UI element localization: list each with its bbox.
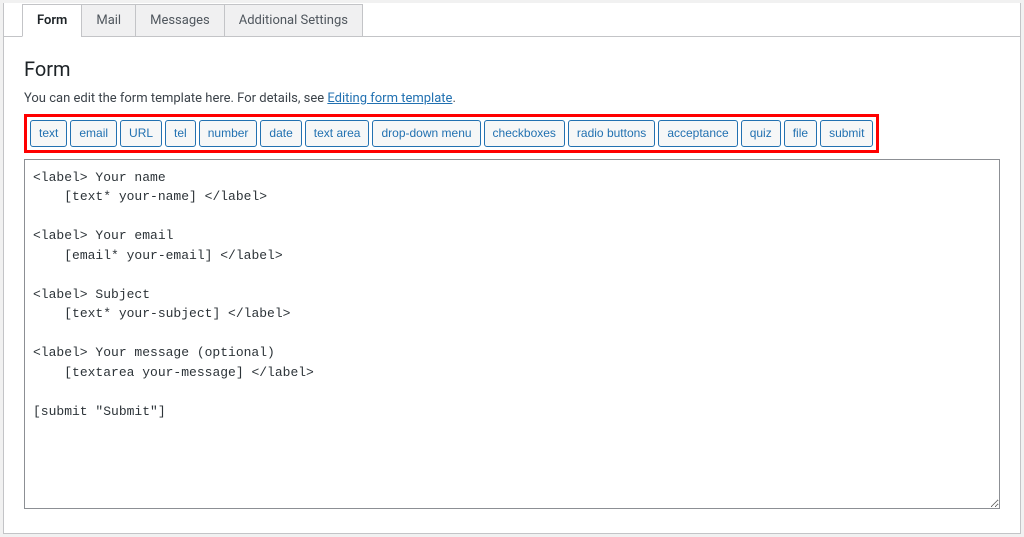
- tag-quiz-button[interactable]: quiz: [741, 120, 781, 147]
- tab-content: Form You can edit the form template here…: [4, 37, 1020, 533]
- tag-checkboxes-button[interactable]: checkboxes: [484, 120, 565, 147]
- tab-messages[interactable]: Messages: [135, 4, 225, 37]
- tag-buttons-row: text email URL tel number date text area…: [30, 120, 873, 147]
- section-description: You can edit the form template here. For…: [24, 91, 1000, 106]
- tag-dropdown-button[interactable]: drop-down menu: [372, 120, 480, 147]
- tag-number-button[interactable]: number: [199, 120, 258, 147]
- tag-submit-button[interactable]: submit: [820, 120, 873, 147]
- tag-url-button[interactable]: URL: [120, 120, 162, 147]
- description-suffix: .: [452, 91, 455, 106]
- tag-acceptance-button[interactable]: acceptance: [658, 120, 737, 147]
- tab-bar: Form Mail Messages Additional Settings: [4, 3, 1020, 37]
- section-title: Form: [24, 57, 1000, 81]
- tab-form[interactable]: Form: [22, 4, 82, 37]
- form-template-textarea[interactable]: [24, 159, 1000, 509]
- tag-radio-button[interactable]: radio buttons: [568, 120, 655, 147]
- form-panel: Form Mail Messages Additional Settings F…: [3, 3, 1021, 534]
- tag-text-button[interactable]: text: [30, 120, 67, 147]
- tag-buttons-highlight: text email URL tel number date text area…: [24, 114, 879, 153]
- tag-tel-button[interactable]: tel: [165, 120, 196, 147]
- tag-date-button[interactable]: date: [260, 120, 301, 147]
- tag-textarea-button[interactable]: text area: [305, 120, 370, 147]
- editing-template-link[interactable]: Editing form template: [327, 91, 452, 106]
- tab-additional-settings[interactable]: Additional Settings: [224, 4, 363, 37]
- tab-mail[interactable]: Mail: [81, 4, 136, 37]
- description-text: You can edit the form template here. For…: [24, 91, 327, 106]
- tag-file-button[interactable]: file: [784, 120, 817, 147]
- tag-email-button[interactable]: email: [70, 120, 117, 147]
